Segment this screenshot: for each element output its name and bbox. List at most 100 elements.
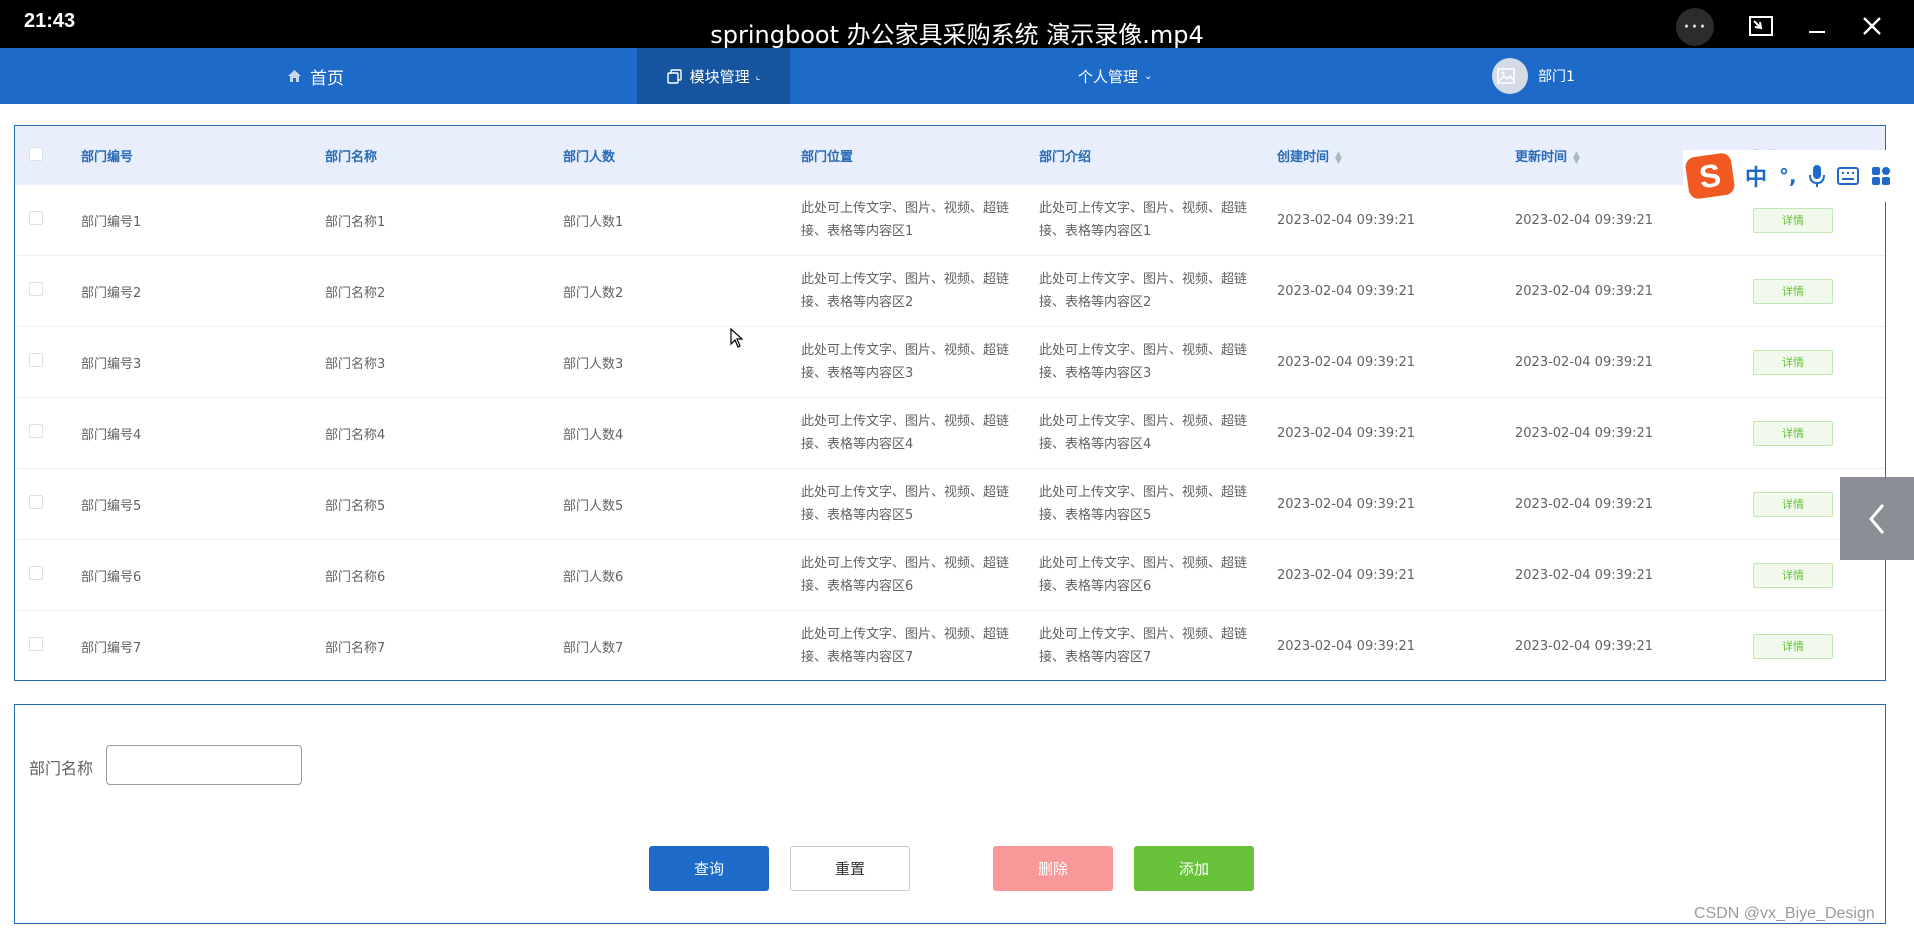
cell-intro: 此处可上传文字、图片、视频、超链接、表格等内容区7 (1039, 627, 1248, 665)
cell-code: 部门编号3 (81, 326, 325, 398)
cell-created: 2023-02-04 09:39:21 (1277, 539, 1515, 611)
department-table: 部门编号 部门名称 部门人数 部门位置 部门介绍 创建时间▲▼ 更新时间▲▼ 操… (15, 126, 1885, 681)
row-checkbox[interactable] (29, 566, 43, 580)
cell-intro: 此处可上传文字、图片、视频、超链接、表格等内容区3 (1039, 326, 1277, 398)
detail-button[interactable]: 详情 (1753, 491, 1833, 517)
table-row: 部门编号1 部门名称1 部门人数1 此处可上传文字、图片、视频、超链接、表格等内容区1… (15, 185, 1885, 256)
nav-user-menu[interactable]: 部门1 (1492, 48, 1575, 104)
nav-module-management[interactable]: 模块管理 ⌞ (637, 48, 790, 104)
cell-updated: 2023-02-04 09:39:21 (1515, 539, 1753, 611)
table-row: 部门编号3 部门名称3 部门人数3 此处可上传文字、图片、视频、超链接、表格等内容区3… (15, 326, 1885, 398)
cell-updated: 2023-02-04 09:39:21 (1515, 638, 1654, 654)
keyboard-icon[interactable] (1836, 167, 1859, 185)
cell-code: 部门编号5 (81, 468, 325, 540)
select-all-checkbox[interactable] (29, 146, 43, 161)
cell-count: 部门人数4 (563, 397, 801, 469)
row-select-cell (15, 611, 81, 682)
sort-icon[interactable]: ▲ ▼ (1335, 150, 1342, 165)
detail-button[interactable]: 详情 (1753, 349, 1833, 375)
header-created[interactable]: 创建时间 ▲ ▼ (1277, 126, 1515, 185)
cell-created: 2023-02-04 09:39:21 (1277, 185, 1515, 256)
cell-code: 部门编号1 (81, 185, 325, 256)
row-checkbox[interactable] (29, 637, 43, 651)
table-row: 部门编号4 部门名称4 部门人数4 此处可上传文字、图片、视频、超链接、表格等内容区4… (15, 397, 1885, 469)
cell-location: 此处可上传文字、图片、视频、超链接、表格等内容区5 (801, 468, 1039, 540)
cell-location: 此处可上传文字、图片、视频、超链接、表格等内容区6 (801, 539, 1039, 611)
ime-punctuation-toggle[interactable]: °, (1779, 164, 1797, 188)
side-panel-toggle[interactable] (1840, 477, 1914, 560)
cell-name: 部门名称7 (325, 640, 386, 656)
cell-updated: 2023-02-04 09:39:21 (1515, 468, 1753, 540)
top-nav: 首页 模块管理 ⌞ 个人管理 ⌄ 部门1 (0, 48, 1914, 104)
nav-home-label: 首页 (310, 68, 344, 89)
chevron-left-icon (1869, 503, 1885, 534)
ime-language-toggle[interactable]: 中 (1745, 160, 1767, 192)
cell-code: 部门编号4 (81, 397, 325, 469)
detail-button[interactable]: 详情 (1753, 633, 1833, 659)
image-icon (1497, 68, 1515, 84)
cell-intro: 此处可上传文字、图片、视频、超链接、表格等内容区5 (1039, 468, 1277, 540)
detail-button[interactable]: 详情 (1753, 278, 1833, 304)
table-row: 部门编号2 部门名称2 部门人数2 此处可上传文字、图片、视频、超链接、表格等内容区2… (15, 255, 1885, 327)
mouse-cursor-icon (730, 328, 744, 348)
microphone-icon[interactable] (1808, 164, 1825, 188)
table-row: 部门编号7 部门名称7 部门人数7 此处可上传文字、图片、视频、超链接、表格等内容区7… (15, 611, 1885, 682)
reset-button[interactable]: 重置 (790, 846, 910, 891)
avatar (1492, 58, 1528, 94)
cell-code: 部门编号7 (81, 640, 142, 656)
cell-count: 部门人数7 (563, 640, 624, 656)
row-select-cell (15, 468, 81, 540)
cell-action: 详情 (1753, 255, 1885, 327)
search-name-label: 部门名称 (29, 759, 94, 778)
department-table-panel: 部门编号 部门名称 部门人数 部门位置 部门介绍 创建时间▲▼ 更新时间▲▼ 操… (14, 125, 1886, 681)
picture-in-picture-icon[interactable] (1744, 9, 1778, 43)
cell-intro: 此处可上传文字、图片、视频、超链接、表格等内容区1 (1039, 185, 1277, 256)
cell-location: 此处可上传文字、图片、视频、超链接、表格等内容区1 (801, 185, 1039, 256)
cell-intro: 此处可上传文字、图片、视频、超链接、表格等内容区4 (1039, 397, 1277, 469)
cell-action: 详情 (1753, 326, 1885, 398)
detail-button[interactable]: 详情 (1753, 562, 1833, 588)
sort-icon[interactable]: ▲ ▼ (1573, 150, 1580, 165)
header-intro: 部门介绍 (1039, 150, 1092, 165)
cell-count: 部门人数3 (563, 326, 801, 398)
row-checkbox[interactable] (29, 353, 43, 367)
nav-module-label: 模块管理 (689, 67, 750, 86)
cell-updated: 2023-02-04 09:39:21 (1515, 326, 1753, 398)
add-button[interactable]: 添加 (1134, 846, 1254, 891)
cell-intro: 此处可上传文字、图片、视频、超链接、表格等内容区6 (1039, 539, 1277, 611)
row-select-cell (15, 539, 81, 611)
nav-personal-management[interactable]: 个人管理 ⌄ (1078, 48, 1152, 104)
cell-action: 详情 (1753, 611, 1885, 682)
row-select-cell (15, 255, 81, 327)
cell-name: 部门名称2 (325, 255, 563, 327)
search-name-input[interactable] (106, 745, 302, 785)
cell-created: 2023-02-04 09:39:21 (1277, 255, 1515, 327)
nav-personal-label: 个人管理 (1078, 67, 1139, 86)
nav-home[interactable]: 首页 (287, 48, 344, 104)
cell-code: 部门编号6 (81, 539, 325, 611)
header-location: 部门位置 (801, 150, 854, 165)
row-checkbox[interactable] (29, 211, 43, 225)
row-select-cell (15, 185, 81, 256)
detail-button[interactable]: 详情 (1753, 207, 1833, 233)
apps-grid-icon[interactable] (1871, 166, 1891, 186)
more-options-button[interactable]: ··· (1676, 8, 1714, 46)
copy-icon (666, 68, 682, 84)
row-checkbox[interactable] (29, 424, 43, 438)
header-count: 部门人数 (563, 150, 616, 165)
row-checkbox[interactable] (29, 282, 43, 296)
cell-created: 2023-02-04 09:39:21 (1277, 326, 1515, 398)
delete-button[interactable]: 删除 (993, 846, 1113, 891)
chevron-down-icon: ⌄ (1144, 70, 1153, 82)
close-icon[interactable] (1855, 9, 1889, 43)
row-checkbox[interactable] (29, 495, 43, 509)
detail-button[interactable]: 详情 (1753, 420, 1833, 446)
ime-logo[interactable]: S (1684, 152, 1736, 200)
video-player-bar: 21:43 springboot 办公家具采购系统 演示录像.mp4 ··· (0, 0, 1914, 49)
cell-created: 2023-02-04 09:39:21 (1277, 638, 1416, 654)
query-button[interactable]: 查询 (649, 846, 769, 891)
cell-code: 部门编号2 (81, 255, 325, 327)
minimize-icon[interactable] (1800, 9, 1834, 43)
cell-count: 部门人数2 (563, 255, 801, 327)
cell-name: 部门名称6 (325, 539, 563, 611)
